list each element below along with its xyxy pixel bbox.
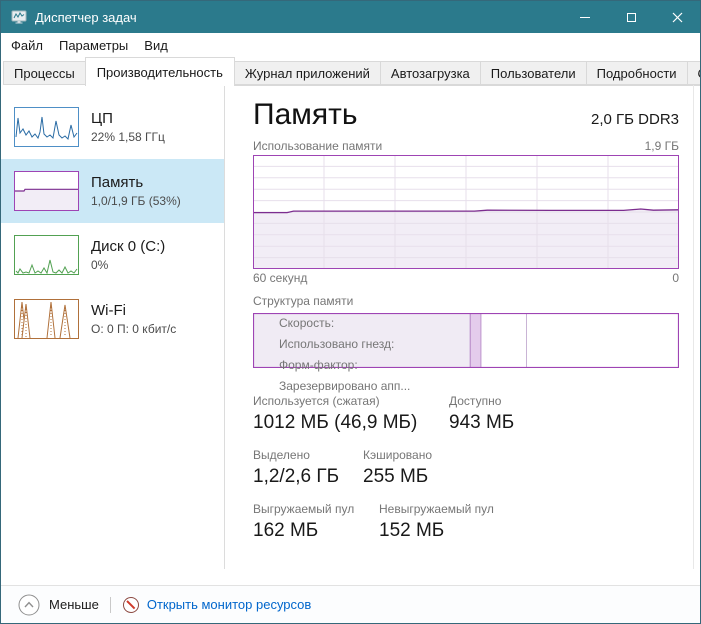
- sidebar-item-sub: 22% 1,58 ГГц: [91, 130, 165, 144]
- usage-chart-max: 1,9 ГБ: [645, 139, 679, 153]
- stat-in-use: Используется (сжатая) 1012 МБ (46,9 МБ): [253, 394, 449, 434]
- close-icon: [672, 12, 683, 23]
- task-manager-app-icon: [11, 9, 27, 25]
- tab-startup[interactable]: Автозагрузка: [380, 61, 481, 85]
- stat-label: Выгружаемый пул: [253, 502, 379, 516]
- fewer-details-label: Меньше: [49, 597, 99, 612]
- stat-value: 255 МБ: [363, 466, 432, 488]
- sidebar-item-label: Wi-Fi: [91, 302, 176, 319]
- stat-label: Кэшировано: [363, 448, 432, 462]
- stat-value: 162 МБ: [253, 520, 379, 542]
- resource-monitor-icon: [122, 596, 140, 614]
- detail-hw-reserved: Зарезервировано апп...: [279, 376, 410, 397]
- open-resource-monitor-label: Открыть монитор ресурсов: [147, 597, 311, 612]
- minimize-button[interactable]: [562, 1, 608, 33]
- tab-processes[interactable]: Процессы: [3, 61, 86, 85]
- sidebar-item-sub: 1,0/1,9 ГБ (53%): [91, 194, 181, 208]
- content-right-edge: [693, 85, 694, 569]
- minimize-icon: [580, 17, 590, 18]
- stat-committed: Выделено 1,2/2,6 ГБ: [253, 448, 363, 488]
- sidebar-item-label: Диск 0 (C:): [91, 238, 165, 255]
- stat-label: Невыгружаемый пул: [379, 502, 494, 516]
- tab-users[interactable]: Пользователи: [480, 61, 587, 85]
- task-manager-window: Диспетчер задач Файл Параметры Вид Проце…: [0, 0, 701, 624]
- wifi-mini-graph: [14, 299, 79, 339]
- usage-chart-caption: Использование памяти: [253, 139, 382, 153]
- memory-stats: Используется (сжатая) 1012 МБ (46,9 МБ) …: [253, 394, 679, 542]
- sidebar-item-sub: 0%: [91, 258, 165, 272]
- menu-view[interactable]: Вид: [136, 35, 176, 56]
- memory-usage-chart[interactable]: [253, 155, 679, 269]
- sidebar-item-memory[interactable]: Память 1,0/1,9 ГБ (53%): [1, 159, 224, 223]
- hardware-details: Скорость: Использовано гнезд: Форм-факто…: [279, 313, 410, 397]
- window-title: Диспетчер задач: [35, 10, 137, 25]
- fewer-details-button[interactable]: Меньше: [18, 594, 99, 616]
- menu-options[interactable]: Параметры: [51, 35, 136, 56]
- maximize-button[interactable]: [608, 1, 654, 33]
- window-controls: [562, 1, 700, 33]
- stat-value: 1,2/2,6 ГБ: [253, 466, 363, 488]
- cpu-mini-graph: [14, 107, 79, 147]
- sidebar-item-disk[interactable]: Диск 0 (C:) 0%: [1, 223, 224, 287]
- sidebar-item-label: ЦП: [91, 110, 165, 127]
- axis-label-right: 0: [672, 271, 679, 285]
- sidebar-item-sub: О: 0 П: 0 кбит/с: [91, 322, 176, 336]
- stat-cached: Кэшировано 255 МБ: [363, 448, 432, 488]
- stat-value: 152 МБ: [379, 520, 494, 542]
- menu-bar: Файл Параметры Вид: [1, 33, 700, 57]
- sidebar-item-wifi[interactable]: Wi-Fi О: 0 П: 0 кбит/с: [1, 287, 224, 351]
- disk-mini-graph: [14, 235, 79, 275]
- stat-non-paged-pool: Невыгружаемый пул 152 МБ: [379, 502, 494, 542]
- memory-mini-graph: [14, 171, 79, 211]
- chevron-up-icon: [18, 594, 40, 616]
- memory-capacity: 2,0 ГБ DDR3: [591, 111, 679, 128]
- footer-bar: Меньше Открыть монитор ресурсов: [1, 585, 700, 623]
- tab-app-history[interactable]: Журнал приложений: [234, 61, 381, 85]
- tab-services[interactable]: Службы: [687, 61, 701, 85]
- detail-speed: Скорость:: [279, 313, 410, 334]
- axis-label-left: 60 секунд: [253, 271, 307, 285]
- detail-form-factor: Форм-фактор:: [279, 355, 410, 376]
- stat-value: 1012 МБ (46,9 МБ): [253, 412, 449, 434]
- stat-available: Доступно 943 МБ: [449, 394, 514, 434]
- sidebar-item-cpu[interactable]: ЦП 22% 1,58 ГГц: [1, 95, 224, 159]
- tab-performance[interactable]: Производительность: [85, 57, 235, 86]
- maximize-icon: [627, 13, 636, 22]
- tab-bar: Процессы Производительность Журнал прило…: [1, 57, 700, 86]
- stat-paged-pool: Выгружаемый пул 162 МБ: [253, 502, 379, 542]
- sidebar-item-label: Память: [91, 174, 181, 191]
- close-button[interactable]: [654, 1, 700, 33]
- page-title: Память: [253, 98, 358, 132]
- stat-label: Выделено: [253, 448, 363, 462]
- composition-caption: Структура памяти: [253, 294, 679, 308]
- stat-label: Доступно: [449, 394, 514, 408]
- open-resource-monitor-link[interactable]: Открыть монитор ресурсов: [122, 596, 311, 614]
- stat-value: 943 МБ: [449, 412, 514, 434]
- performance-sidebar: ЦП 22% 1,58 ГГц Память 1,0/1,9 ГБ (53%) …: [1, 85, 225, 569]
- footer-separator: [110, 597, 111, 613]
- titlebar: Диспетчер задач: [1, 1, 700, 33]
- tab-details[interactable]: Подробности: [586, 61, 688, 85]
- detail-slots-used: Использовано гнезд:: [279, 334, 410, 355]
- menu-file[interactable]: Файл: [3, 35, 51, 56]
